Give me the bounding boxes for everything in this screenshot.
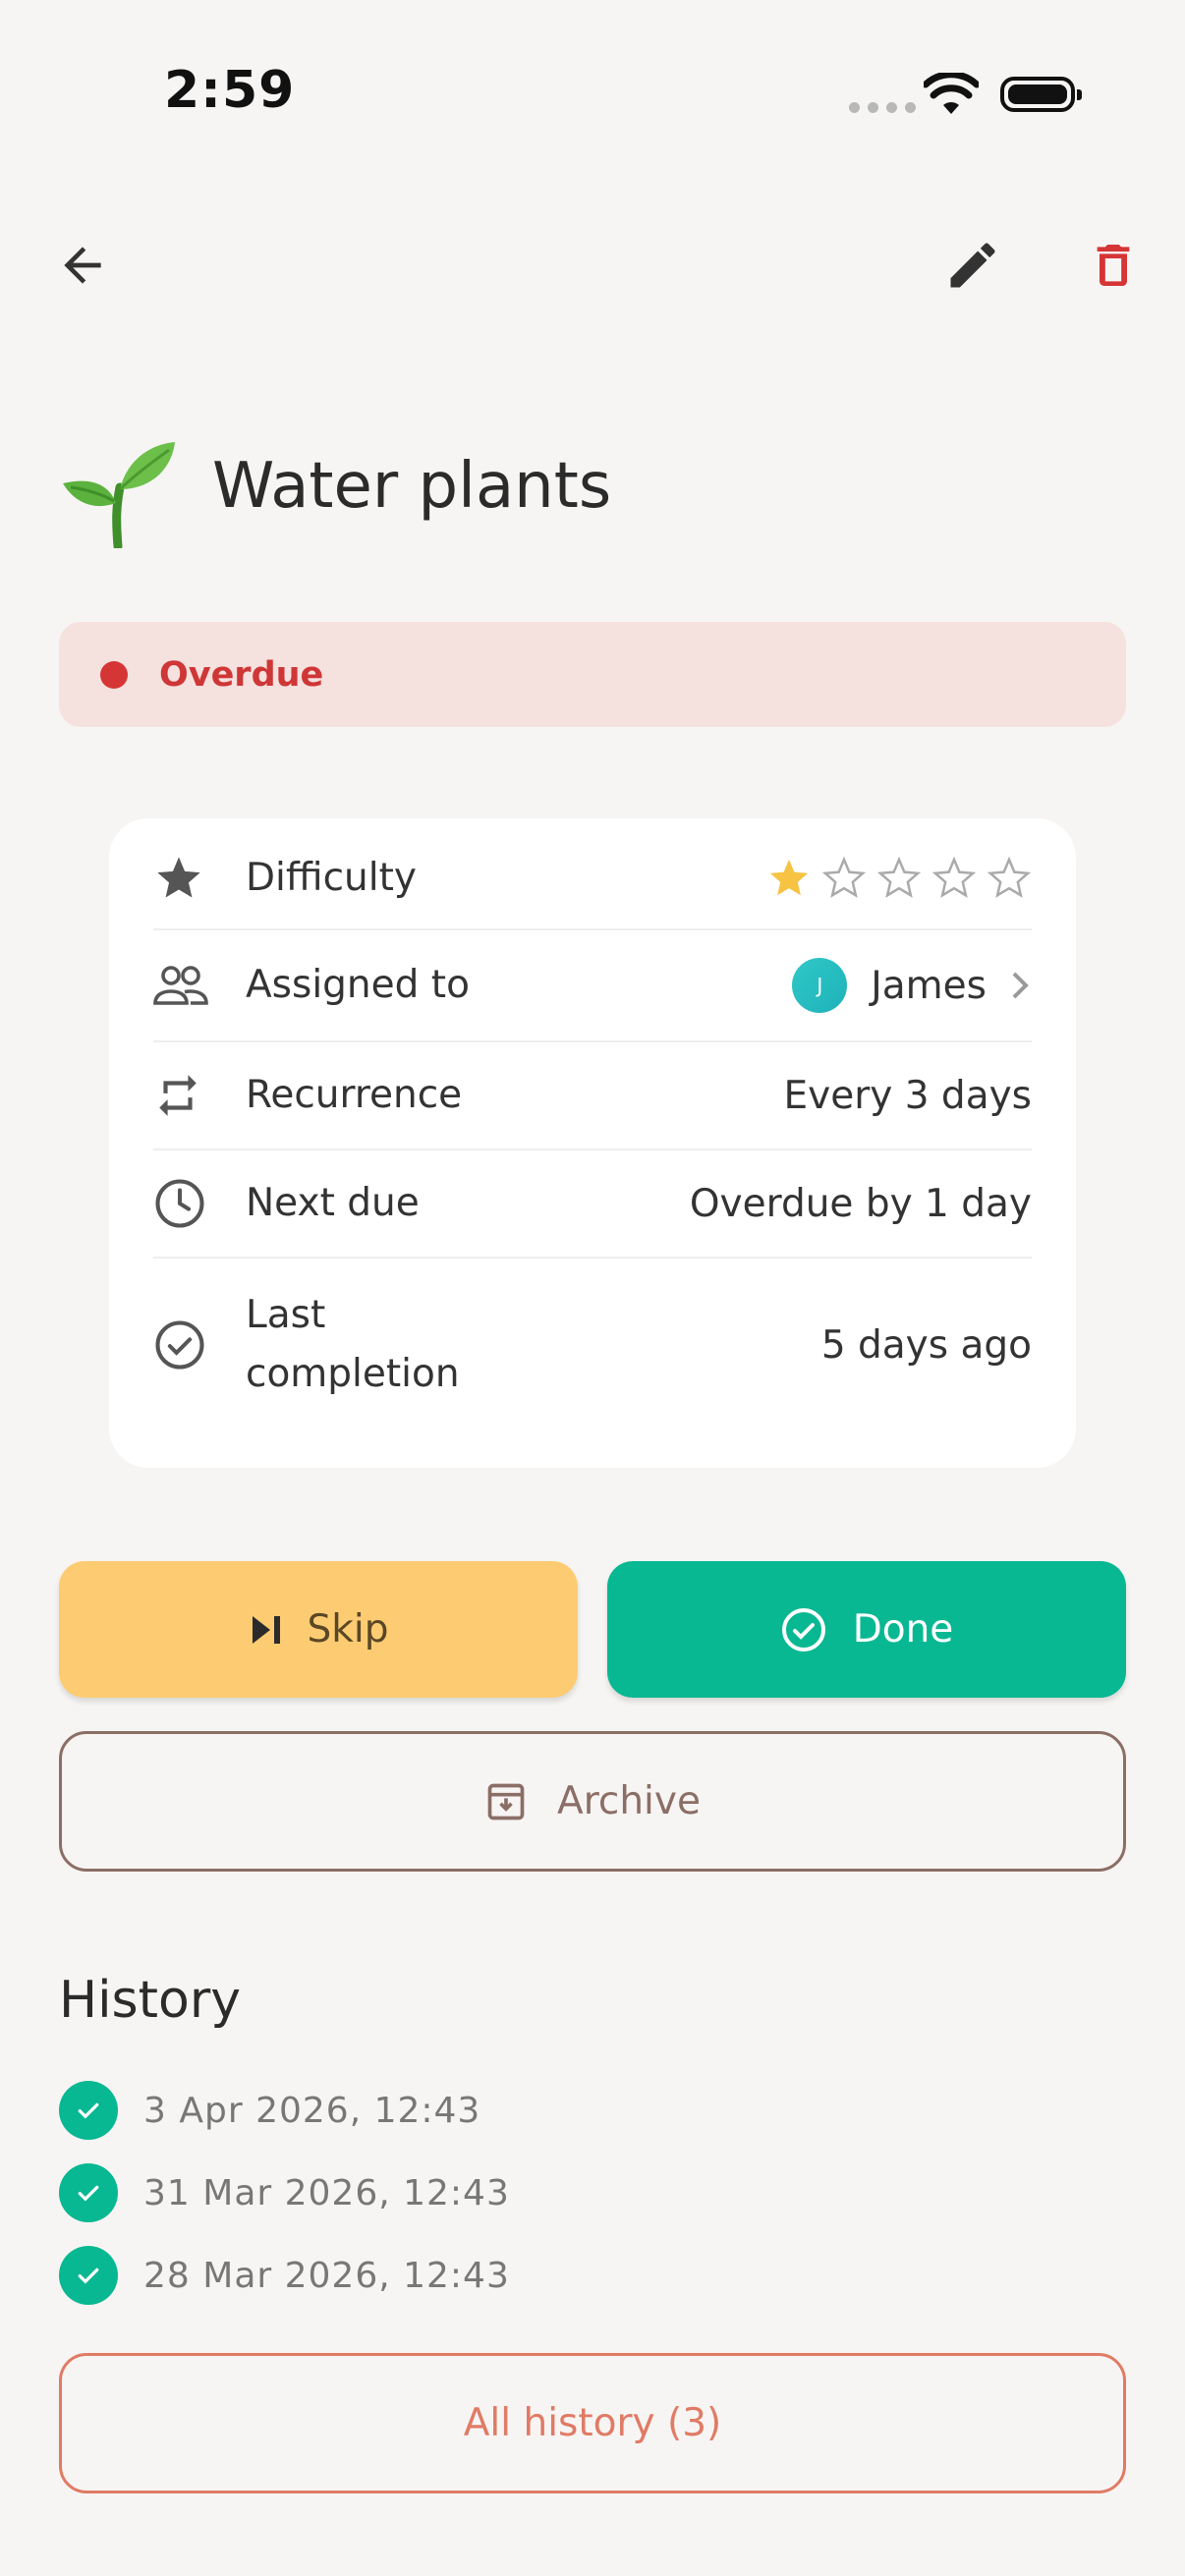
skip-label: Skip: [307, 1607, 389, 1652]
cellular-signal-icon: [849, 102, 916, 113]
chore-title: Water plants: [212, 450, 612, 523]
status-text: Overdue: [159, 654, 324, 695]
difficulty-label: Difficulty: [246, 856, 417, 900]
star-empty-icon: [987, 856, 1032, 898]
last-completion-value: 5 days ago: [820, 1322, 1032, 1368]
star-empty-icon: [876, 856, 922, 898]
last-completion-label: Last completion: [246, 1293, 460, 1396]
star-icon: [157, 857, 200, 898]
pencil-icon: [950, 243, 995, 288]
next-due-row: Next due Overdue by 1 day: [153, 1150, 1032, 1259]
star-filled-icon: [769, 859, 809, 896]
status-dot-icon: [100, 660, 128, 689]
history-date: 28 Mar 2026, 12:43: [143, 2255, 510, 2296]
back-button[interactable]: [43, 226, 122, 305]
all-history-button[interactable]: All history (3): [59, 2353, 1126, 2493]
skip-button[interactable]: Skip: [59, 1561, 578, 1698]
avatar: J: [792, 958, 848, 1013]
status-banner: Overdue: [59, 622, 1126, 727]
check-icon: [59, 2163, 118, 2222]
history-date: 31 Mar 2026, 12:43: [143, 2172, 510, 2213]
assigned-row[interactable]: Assigned to J James: [153, 930, 1032, 1042]
delete-button[interactable]: [1074, 226, 1153, 305]
check-circle-icon: [781, 1607, 825, 1652]
star-empty-icon: [821, 856, 867, 898]
recurrence-label: Recurrence: [246, 1073, 463, 1117]
check-icon: [59, 2246, 118, 2305]
archive-icon: [487, 1783, 525, 1820]
check-icon: [59, 2081, 118, 2140]
last-completion-row: Last completion 5 days ago: [153, 1259, 1032, 1431]
check-circle-icon: [155, 1320, 204, 1370]
difficulty-rating: [766, 856, 1032, 901]
next-due-label: Next due: [246, 1181, 420, 1225]
next-due-value: Overdue by 1 day: [689, 1181, 1032, 1226]
difficulty-row: Difficulty: [153, 828, 1032, 930]
history-heading: History: [59, 1971, 241, 2030]
skip-next-icon: [252, 1615, 280, 1644]
people-icon: [153, 966, 208, 1005]
done-label: Done: [852, 1607, 954, 1652]
star-empty-icon: [931, 856, 977, 898]
assigned-label: Assigned to: [246, 963, 470, 1007]
archive-label: Archive: [557, 1779, 701, 1823]
battery-icon: [1000, 77, 1082, 112]
recurrence-row: Recurrence Every 3 days: [153, 1042, 1032, 1150]
assignee-name: James: [871, 963, 987, 1008]
arrow-left-icon: [64, 247, 101, 284]
chevron-right-icon: [1012, 972, 1029, 999]
clock-icon: [155, 1179, 204, 1228]
history-item: 3 Apr 2026, 12:43: [59, 2081, 480, 2140]
wifi-icon: [924, 73, 979, 114]
all-history-label: All history (3): [463, 2401, 722, 2445]
seedling-icon: [63, 442, 175, 548]
history-date: 3 Apr 2026, 12:43: [143, 2090, 481, 2131]
repeat-icon: [159, 1075, 197, 1116]
trash-icon: [1097, 245, 1130, 286]
assigned-value: J James: [792, 958, 1032, 1013]
archive-button[interactable]: Archive: [59, 1731, 1126, 1872]
done-button[interactable]: Done: [607, 1561, 1126, 1698]
edit-button[interactable]: [933, 226, 1012, 305]
history-item: 31 Mar 2026, 12:43: [59, 2163, 510, 2222]
status-time: 2:59: [164, 61, 296, 120]
details-card: Difficulty Assigned to J James Recurrenc…: [109, 818, 1076, 1468]
recurrence-value: Every 3 days: [783, 1073, 1033, 1118]
history-item: 28 Mar 2026, 12:43: [59, 2246, 510, 2305]
